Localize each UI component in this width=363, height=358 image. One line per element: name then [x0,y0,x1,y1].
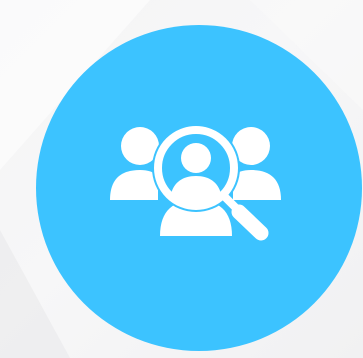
left-person-icon [110,127,159,200]
icon-canvas [0,0,363,358]
people-search-icon [108,118,283,248]
